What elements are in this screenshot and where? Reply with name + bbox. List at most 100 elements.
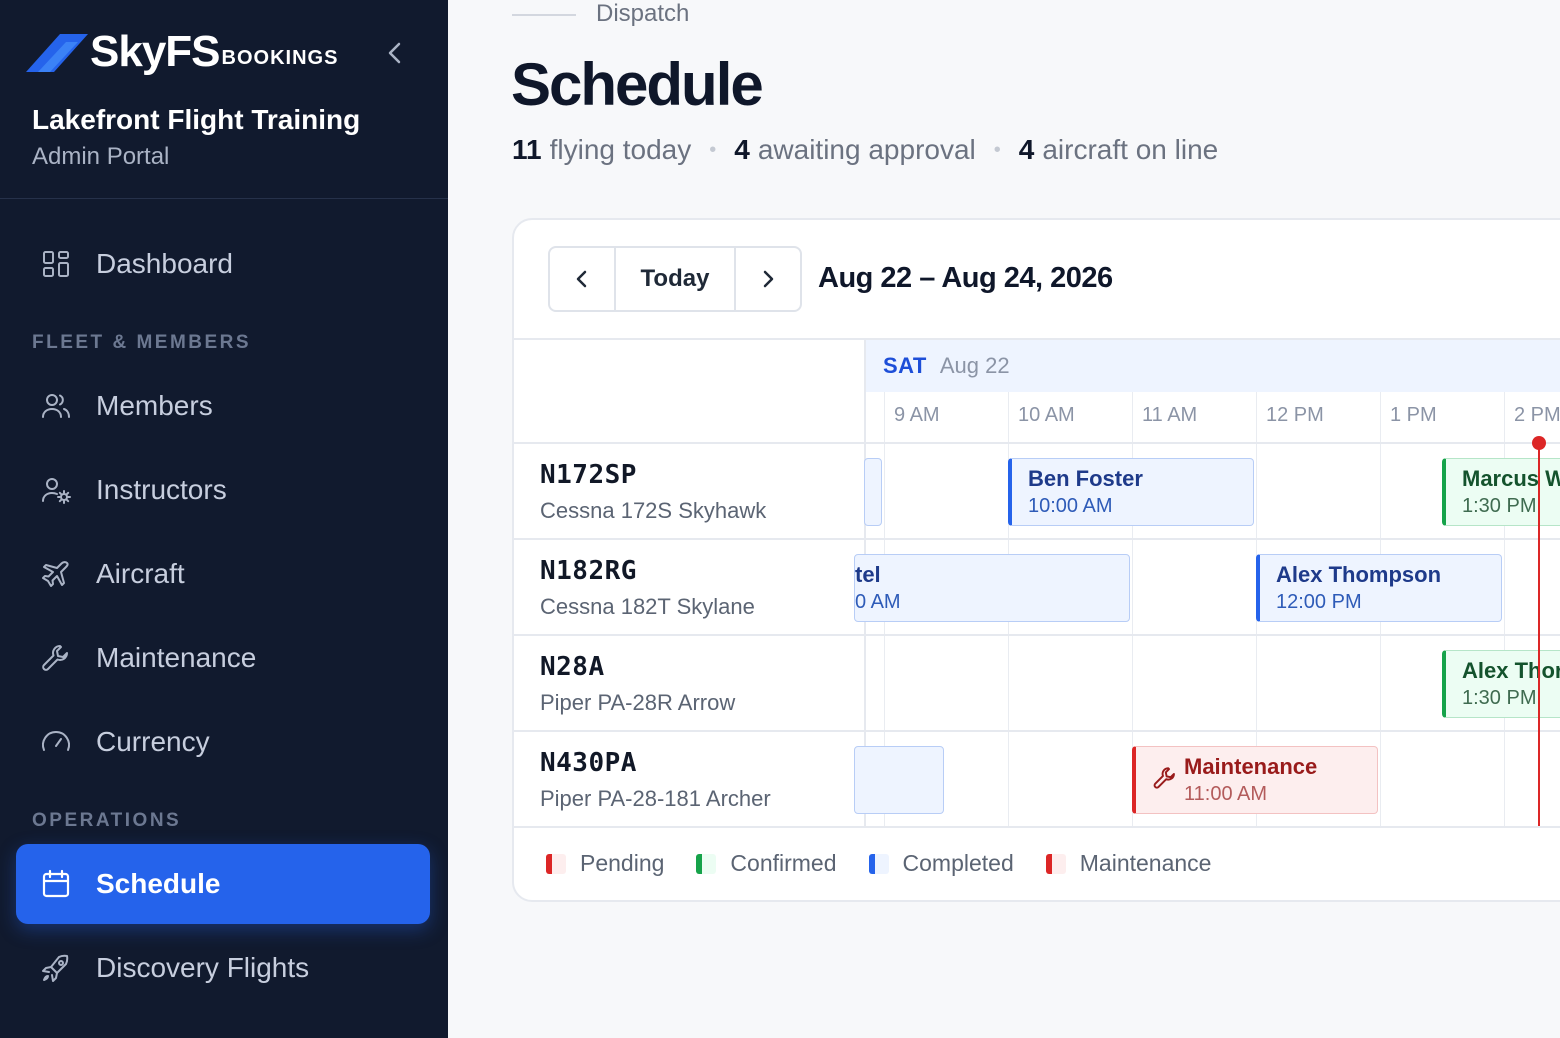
legend-item-confirmed: Confirmed bbox=[696, 850, 837, 877]
booking-time: 10:00 AM bbox=[1028, 495, 1113, 517]
booking-member: Maintenance bbox=[1184, 754, 1318, 779]
hour-label: 11 AM bbox=[1142, 404, 1198, 426]
aircraft-model: Cessna 172S Skyhawk bbox=[540, 498, 767, 523]
brand-logo[interactable]: SkyFS BOOKINGS bbox=[26, 22, 338, 82]
row-divider bbox=[514, 442, 1560, 444]
current-time-dot bbox=[1532, 436, 1546, 450]
previous-range-button[interactable] bbox=[550, 248, 614, 310]
aircraft-tail[interactable]: N28A bbox=[540, 652, 605, 682]
stats-summary: 11 flying today • 4 awaiting approval • … bbox=[512, 134, 1218, 166]
row-divider bbox=[514, 634, 1560, 636]
sidebar-item-schedule[interactable]: Schedule bbox=[16, 844, 430, 924]
schedule-card: Today Aug 22 – Aug 24, 2026 SAT Aug 22 9… bbox=[512, 218, 1560, 902]
booking-member: Alex Thompson bbox=[1276, 562, 1442, 587]
sidebar-item-instructors[interactable]: Instructors bbox=[16, 450, 430, 530]
sidebar-item-label: Schedule bbox=[96, 868, 221, 899]
sidebar-item-members[interactable]: Members bbox=[16, 366, 430, 446]
calendar-icon bbox=[16, 868, 96, 900]
grid-icon bbox=[16, 248, 96, 280]
breadcrumb-rule bbox=[512, 14, 576, 16]
current-time-line bbox=[1538, 442, 1540, 828]
date-navigation: Today bbox=[548, 246, 802, 312]
booking-time: 1:30 PM bbox=[1462, 495, 1537, 517]
sidebar-item-label: Members bbox=[96, 390, 213, 421]
stat-label-aircraft: aircraft on line bbox=[1042, 134, 1219, 165]
booking-block[interactable]: Alex Thor 1:30 PM bbox=[1442, 650, 1560, 718]
booking-block[interactable] bbox=[854, 746, 944, 814]
user-cog-icon bbox=[16, 474, 96, 506]
legend-swatch bbox=[546, 853, 566, 874]
next-range-button[interactable] bbox=[736, 248, 800, 310]
gauge-icon bbox=[16, 726, 96, 758]
day-date: Aug 22 bbox=[939, 353, 1010, 378]
maintenance-block[interactable]: Maintenance 11:00 AM bbox=[1132, 746, 1378, 814]
nav-section-fleet: FLEET & MEMBERS bbox=[32, 332, 252, 353]
nav-section-operations: OPERATIONS bbox=[32, 810, 182, 831]
date-range-label: Aug 22 – Aug 24, 2026 bbox=[818, 262, 1113, 294]
booking-block[interactable]: tel 0 AM bbox=[854, 554, 1130, 622]
aircraft-model: Cessna 182T Skylane bbox=[540, 594, 755, 619]
hour-label: 1 PM bbox=[1390, 404, 1437, 426]
sidebar-item-label: Maintenance bbox=[96, 642, 257, 673]
sidebar: SkyFS BOOKINGS Lakefront Flight Training… bbox=[0, 0, 448, 1038]
legend-swatch bbox=[1045, 853, 1066, 874]
aircraft-tail[interactable]: N182RG bbox=[540, 556, 637, 586]
breadcrumb: Dispatch bbox=[596, 0, 690, 27]
booking-time: 12:00 PM bbox=[1276, 591, 1362, 613]
chevron-left-icon bbox=[388, 42, 401, 64]
today-button[interactable]: Today bbox=[614, 248, 736, 310]
legend-label: Completed bbox=[902, 850, 1014, 876]
sidebar-item-dashboard[interactable]: Dashboard bbox=[16, 224, 430, 304]
hour-label: 2 PM bbox=[1514, 404, 1560, 426]
stat-label-awaiting: awaiting approval bbox=[757, 134, 976, 165]
sidebar-item-currency[interactable]: Currency bbox=[16, 702, 430, 782]
stat-label-flying: flying today bbox=[549, 134, 692, 165]
day-header: SAT Aug 22 bbox=[866, 340, 1560, 392]
chevron-right-icon bbox=[763, 270, 774, 288]
hour-label: 10 AM bbox=[1018, 404, 1075, 426]
day-name: SAT bbox=[883, 353, 927, 378]
hour-label: 12 PM bbox=[1266, 404, 1324, 426]
sidebar-item-label: Dashboard bbox=[96, 248, 233, 279]
sidebar-item-label: Currency bbox=[96, 726, 210, 757]
booking-block[interactable]: Ben Foster 10:00 AM bbox=[1008, 458, 1254, 526]
legend-label: Pending bbox=[580, 850, 665, 876]
rocket-icon bbox=[16, 952, 96, 984]
brand-wordmark: SkyFS bbox=[90, 27, 221, 76]
status-legend: Pending Confirmed Completed Maintenance bbox=[546, 850, 1243, 877]
booking-member: Marcus W bbox=[1462, 466, 1560, 491]
row-divider bbox=[514, 730, 1560, 732]
plane-icon bbox=[16, 558, 96, 590]
stat-value-awaiting: 4 bbox=[734, 134, 750, 165]
stat-value-aircraft: 4 bbox=[1018, 134, 1035, 165]
chevron-left-icon bbox=[576, 270, 587, 288]
booking-block[interactable] bbox=[864, 458, 882, 526]
legend-item-pending: Pending bbox=[546, 850, 664, 877]
page-title: Schedule bbox=[511, 51, 764, 118]
legend-swatch bbox=[868, 853, 889, 874]
sidebar-item-label: Discovery Flights bbox=[96, 952, 310, 983]
booking-member: Alex Thor bbox=[1462, 658, 1560, 683]
hour-label: 9 AM bbox=[894, 404, 940, 426]
sidebar-item-maintenance[interactable]: Maintenance bbox=[16, 618, 430, 698]
stat-separator: • bbox=[709, 138, 717, 161]
aircraft-tail[interactable]: N172SP bbox=[540, 460, 637, 490]
booking-member: tel bbox=[855, 562, 881, 587]
brand-subtitle: BOOKINGS bbox=[221, 46, 339, 69]
booking-time: 1:30 PM bbox=[1462, 687, 1537, 709]
sidebar-item-aircraft[interactable]: Aircraft bbox=[16, 534, 430, 614]
legend-item-completed: Completed bbox=[868, 850, 1014, 877]
sidebar-item-discovery-flights[interactable]: Discovery Flights bbox=[16, 928, 430, 1008]
aircraft-tail[interactable]: N430PA bbox=[540, 748, 637, 778]
legend-item-maintenance: Maintenance bbox=[1045, 850, 1211, 877]
booking-time: 11:00 AM bbox=[1184, 783, 1268, 805]
wrench-icon bbox=[16, 642, 96, 674]
portal-label: Admin Portal bbox=[32, 143, 170, 170]
booking-block[interactable]: Marcus W 1:30 PM bbox=[1442, 458, 1560, 526]
wrench-icon bbox=[1153, 767, 1175, 789]
aircraft-model: Piper PA-28R Arrow bbox=[540, 690, 736, 715]
legend-divider bbox=[514, 826, 1560, 828]
users-icon bbox=[16, 390, 96, 422]
collapse-sidebar-button[interactable] bbox=[380, 38, 410, 68]
booking-block[interactable]: Alex Thompson 12:00 PM bbox=[1256, 554, 1502, 622]
